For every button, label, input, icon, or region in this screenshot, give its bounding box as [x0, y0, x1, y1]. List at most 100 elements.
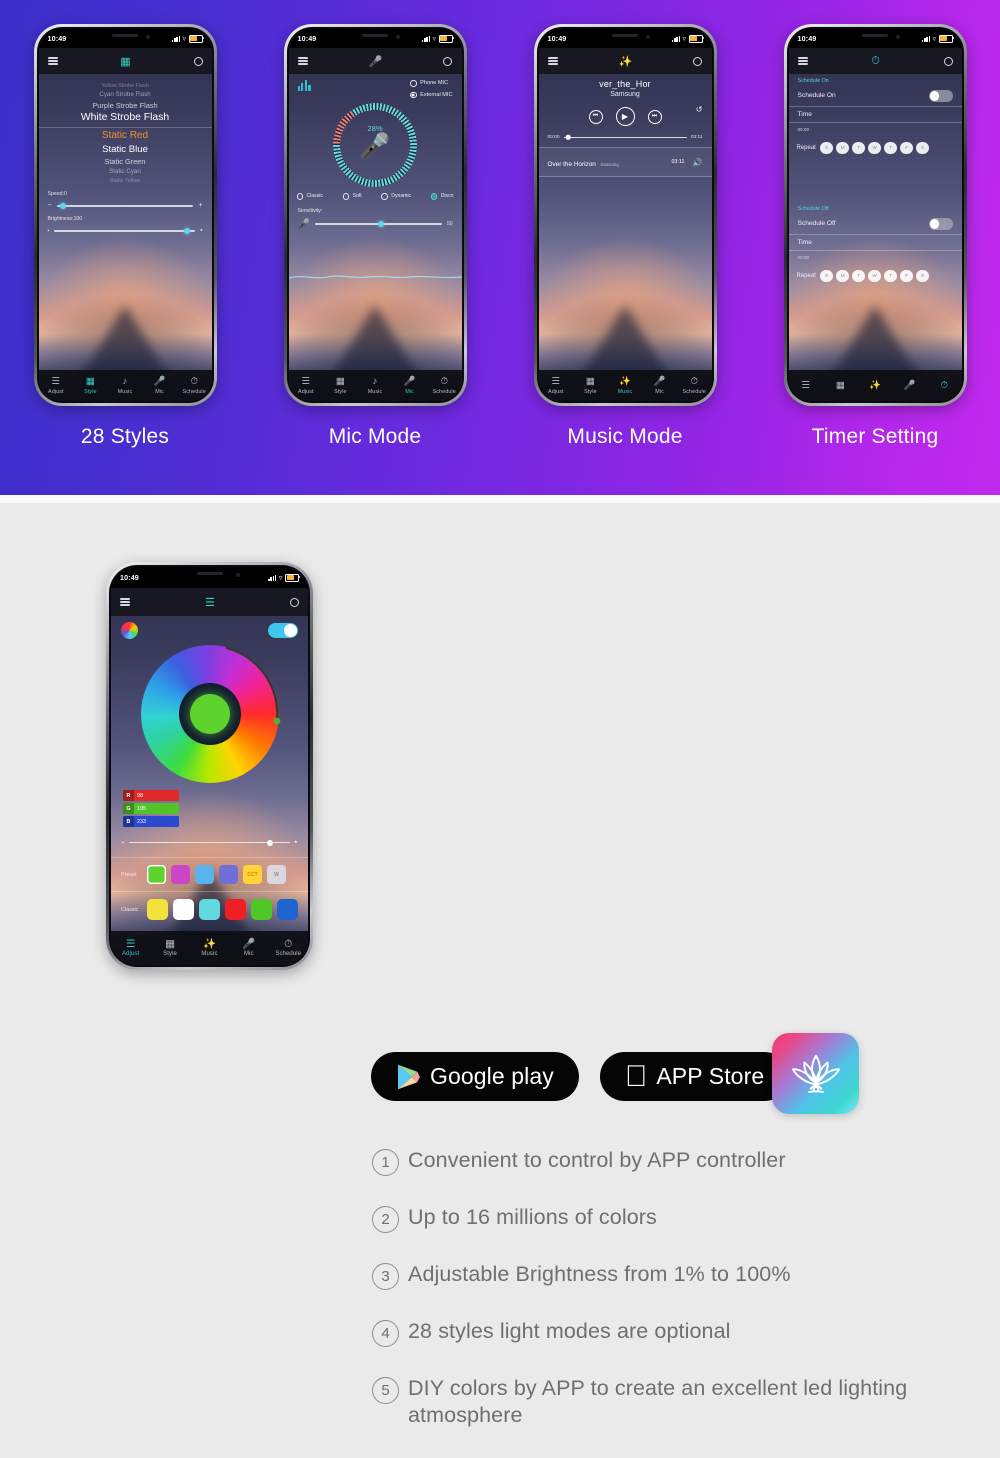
repeat-icon[interactable]: ↺: [696, 105, 703, 114]
day-toggle[interactable]: S: [820, 269, 833, 282]
list-item[interactable]: Static Yellow: [39, 178, 212, 184]
slider-track[interactable]: [54, 228, 196, 235]
tab-schedule[interactable]: ⏱ Schedule: [427, 376, 462, 395]
slider-knob[interactable]: [267, 839, 274, 846]
color-wheel-icon[interactable]: [121, 622, 138, 639]
wheel-arc-slider[interactable]: [135, 639, 285, 789]
mic-level-dial[interactable]: 28% 🎤: [333, 103, 417, 187]
speaker-icon[interactable]: 🔊: [693, 158, 703, 167]
classic-swatch[interactable]: [173, 899, 194, 920]
rgb-row-green[interactable]: G 195: [123, 803, 179, 814]
preset-swatch[interactable]: [219, 865, 238, 884]
classic-swatch[interactable]: [277, 899, 298, 920]
day-toggle[interactable]: T: [884, 141, 897, 154]
tab-adjust[interactable]: ☰ Adjust: [289, 376, 324, 395]
tab-music[interactable]: ✨ Music: [190, 939, 229, 957]
slider-knob[interactable]: [377, 221, 384, 227]
tab-schedule[interactable]: ⏱ Schedule: [677, 376, 712, 395]
tab-mic[interactable]: 🎤 Mic: [642, 376, 677, 395]
day-toggle[interactable]: F: [900, 269, 913, 282]
preset-swatch[interactable]: [195, 865, 214, 884]
gear-icon[interactable]: [443, 56, 453, 66]
tab-adjust[interactable]: ☰ Adjust: [111, 939, 150, 957]
tab-music[interactable]: ♪ Music: [108, 376, 143, 395]
schedule-on-toggle[interactable]: [928, 90, 953, 102]
speed-slider[interactable]: − +: [48, 202, 203, 210]
tab-schedule[interactable]: ⏱ Schedule: [177, 376, 212, 395]
hamburger-menu-icon[interactable]: [797, 57, 808, 65]
preset-swatch[interactable]: [171, 865, 190, 884]
app-store-button[interactable]:  APP Store: [599, 1052, 790, 1101]
day-toggle[interactable]: T: [852, 269, 865, 282]
preset-swatch-cct[interactable]: CCT: [243, 865, 262, 884]
lotus-app-icon[interactable]: [772, 1033, 859, 1114]
list-item[interactable]: Static Blue: [39, 145, 212, 155]
radio-disco[interactable]: Disco: [430, 193, 453, 200]
tab-style[interactable]: ▦: [823, 380, 858, 391]
schedule-off-toggle-row[interactable]: Schedule Off: [788, 214, 962, 235]
list-item[interactable]: Yellow Strobe Flash: [39, 83, 212, 89]
sensitivity-slider[interactable]: 🎤 50: [298, 219, 453, 229]
radio-external-mic[interactable]: External MIC: [410, 91, 453, 98]
tab-mic[interactable]: 🎤 Mic: [229, 939, 268, 957]
radio-phone-mic[interactable]: Phone MIC: [410, 80, 448, 87]
day-toggle[interactable]: M: [836, 141, 849, 154]
day-toggle[interactable]: T: [884, 269, 897, 282]
tab-mic[interactable]: 🎤 Mic: [142, 376, 177, 395]
gear-icon[interactable]: [943, 56, 953, 66]
day-toggle[interactable]: T: [852, 141, 865, 154]
classic-swatch[interactable]: [225, 899, 246, 920]
day-toggle[interactable]: W: [868, 269, 881, 282]
tab-music[interactable]: ✨: [858, 380, 893, 391]
day-toggle[interactable]: S: [820, 141, 833, 154]
max-brightness-icon[interactable]: ▪: [200, 227, 202, 234]
rgb-row-red[interactable]: R 98: [123, 790, 179, 801]
play-button[interactable]: ▶: [615, 107, 635, 126]
tab-adjust[interactable]: ☰: [789, 380, 824, 391]
tab-adjust[interactable]: ☰ Adjust: [539, 376, 574, 395]
tab-mic[interactable]: 🎤 Mic: [392, 376, 427, 395]
rgb-row-blue[interactable]: B 233: [123, 816, 179, 827]
minus-icon[interactable]: −: [48, 202, 52, 209]
preset-swatch[interactable]: [147, 865, 166, 884]
hamburger-menu-icon[interactable]: [297, 57, 308, 65]
tab-adjust[interactable]: ☰ Adjust: [39, 376, 74, 395]
day-toggle[interactable]: S: [916, 269, 929, 282]
tab-style[interactable]: ▦ Style: [73, 376, 108, 395]
next-track-button[interactable]: ⏭: [647, 109, 662, 124]
list-item-selected[interactable]: White Strobe Flash: [39, 112, 212, 123]
list-item[interactable]: Purple Strobe Flash: [39, 102, 212, 110]
hamburger-menu-icon[interactable]: [47, 57, 58, 65]
list-item[interactable]: Static Green: [39, 158, 212, 166]
hamburger-menu-icon[interactable]: [120, 598, 130, 606]
classic-swatch[interactable]: [199, 899, 220, 920]
previous-track-button[interactable]: ⏮: [588, 109, 603, 124]
gear-icon[interactable]: [693, 56, 703, 66]
tab-style[interactable]: ▦ Style: [150, 939, 189, 957]
slider-knob[interactable]: [183, 228, 190, 235]
gear-icon[interactable]: [290, 597, 299, 607]
list-item-highlight[interactable]: Static Red: [39, 131, 212, 141]
day-toggle[interactable]: W: [868, 141, 881, 154]
adjust-brightness-slider[interactable]: ▪ ▪: [111, 839, 308, 846]
slider-track[interactable]: [128, 839, 290, 846]
slider-track[interactable]: [56, 203, 194, 210]
min-brightness-icon[interactable]: ▪: [48, 228, 50, 234]
radio-classic[interactable]: Classic: [296, 193, 323, 200]
tab-style[interactable]: ▦ Style: [573, 376, 608, 395]
day-toggle[interactable]: S: [916, 141, 929, 154]
track-list-item[interactable]: Over the Horizon Samsung 03:11 🔊: [538, 147, 712, 177]
plus-icon[interactable]: +: [198, 202, 202, 209]
gear-icon[interactable]: [193, 56, 203, 66]
tab-style[interactable]: ▦ Style: [323, 376, 358, 395]
tab-schedule[interactable]: ⏱ Schedule: [269, 939, 308, 957]
google-play-button[interactable]: Google play: [371, 1052, 579, 1101]
progress-knob[interactable]: [566, 135, 571, 140]
hamburger-menu-icon[interactable]: [547, 57, 558, 65]
tab-music[interactable]: ♪ Music: [358, 376, 393, 395]
progress-slider[interactable]: [563, 135, 687, 140]
brightness-slider[interactable]: ▪ ▪: [48, 227, 203, 235]
classic-swatch[interactable]: [147, 899, 168, 920]
radio-soft[interactable]: Soft: [342, 193, 362, 200]
schedule-on-toggle-row[interactable]: Schedule On: [788, 86, 962, 107]
